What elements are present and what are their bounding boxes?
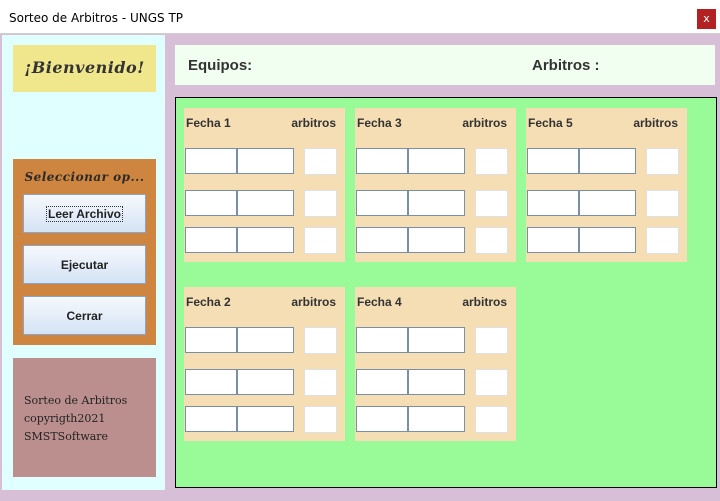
sidebar: ¡Bienvenido! Seleccionar op... Leer Arch… (2, 35, 165, 490)
fecha-5-arbitros-label: arbitros (633, 116, 678, 130)
options-panel: Seleccionar op... Leer Archivo Ejecutar … (13, 159, 156, 345)
fecha-3-match-1-team-b-field[interactable] (408, 148, 465, 174)
ejecutar-button[interactable]: Ejecutar (23, 245, 146, 284)
cerrar-button[interactable]: Cerrar (23, 296, 146, 335)
fecha-3-title: Fecha 3 (357, 116, 402, 130)
info-line-1: Sorteo de Arbitros (24, 394, 128, 407)
fecha-3-match-3-team-a-field[interactable] (356, 227, 408, 253)
fecha-4-title: Fecha 4 (357, 295, 402, 309)
title-bar: Sorteo de Arbitros - UNGS TP x (0, 0, 720, 34)
fecha-2-match-1-team-b-field[interactable] (237, 327, 294, 353)
fecha-5-match-3-arbitro-field[interactable] (646, 227, 679, 254)
fecha-5-match-1-team-b-field[interactable] (579, 148, 636, 174)
fecha-3-match-3-arbitro-field[interactable] (475, 227, 508, 254)
fecha-3-match-3-team-b-field[interactable] (408, 227, 465, 253)
fecha-5-match-2-team-a-field[interactable] (527, 190, 579, 216)
fecha-3-match-2-team-b-field[interactable] (408, 190, 465, 216)
fecha-1-match-3-team-b-field[interactable] (237, 227, 294, 253)
fecha-2-match-2-arbitro-field[interactable] (304, 369, 337, 396)
fecha-3-match-1-arbitro-field[interactable] (475, 148, 508, 175)
fecha-1-title: Fecha 1 (186, 116, 231, 130)
fecha-1-match-1-team-b-field[interactable] (237, 148, 294, 174)
fecha-2-match-1-arbitro-field[interactable] (304, 327, 337, 354)
fecha-1-arbitros-label: arbitros (291, 116, 336, 130)
fecha-1-match-2-team-a-field[interactable] (185, 190, 237, 216)
fecha-2-match-1-team-a-field[interactable] (185, 327, 237, 353)
fecha-2-match-2-team-b-field[interactable] (237, 369, 294, 395)
info-line-2: copyrigth2021 (24, 412, 106, 425)
welcome-text: ¡Bienvenido! (24, 58, 145, 77)
fecha-4-match-1-team-b-field[interactable] (408, 327, 465, 353)
header-panel: Equipos: Arbitros : (175, 45, 715, 85)
fecha-5-match-3-team-b-field[interactable] (579, 227, 636, 253)
fecha-1-match-1-arbitro-field[interactable] (304, 148, 337, 175)
fecha-5-title: Fecha 5 (528, 116, 573, 130)
leer-archivo-button[interactable]: Leer Archivo (23, 194, 146, 233)
fecha-1-match-2-arbitro-field[interactable] (304, 190, 337, 217)
fecha-2-match-3-arbitro-field[interactable] (304, 406, 337, 433)
arbitros-label: Arbitros : (532, 57, 600, 74)
fecha-4-match-1-team-a-field[interactable] (356, 327, 408, 353)
fecha-1-match-3-team-a-field[interactable] (185, 227, 237, 253)
cerrar-label: Cerrar (66, 308, 103, 323)
info-panel: Sorteo de Arbitros copyrigth2021 SMSTSof… (13, 358, 156, 477)
fecha-4-panel: Fecha 4 arbitros (355, 287, 516, 441)
fecha-5-match-1-team-a-field[interactable] (527, 148, 579, 174)
fecha-4-match-3-arbitro-field[interactable] (475, 406, 508, 433)
fecha-3-match-2-arbitro-field[interactable] (475, 190, 508, 217)
fecha-4-match-1-arbitro-field[interactable] (475, 327, 508, 354)
equipos-label: Equipos: (188, 57, 253, 74)
fecha-5-match-3-team-a-field[interactable] (527, 227, 579, 253)
fecha-4-match-3-team-b-field[interactable] (408, 406, 465, 432)
fecha-5-match-2-team-b-field[interactable] (579, 190, 636, 216)
fecha-2-title: Fecha 2 (186, 295, 231, 309)
fecha-1-match-2-team-b-field[interactable] (237, 190, 294, 216)
fecha-3-panel: Fecha 3 arbitros (355, 108, 516, 262)
ejecutar-label: Ejecutar (60, 257, 109, 272)
fecha-4-match-2-team-b-field[interactable] (408, 369, 465, 395)
fecha-5-match-1-arbitro-field[interactable] (646, 148, 679, 175)
fecha-4-match-2-team-a-field[interactable] (356, 369, 408, 395)
fecha-1-match-3-arbitro-field[interactable] (304, 227, 337, 254)
fecha-4-match-3-team-a-field[interactable] (356, 406, 408, 432)
fecha-3-arbitros-label: arbitros (462, 116, 507, 130)
fecha-1-panel: Fecha 1 arbitros (184, 108, 345, 262)
window-title: Sorteo de Arbitros - UNGS TP (9, 11, 184, 25)
fecha-4-match-2-arbitro-field[interactable] (475, 369, 508, 396)
close-button[interactable]: x (697, 9, 716, 29)
fecha-2-match-3-team-b-field[interactable] (237, 406, 294, 432)
fecha-2-match-3-team-a-field[interactable] (185, 406, 237, 432)
fecha-5-match-2-arbitro-field[interactable] (646, 190, 679, 217)
fechas-area: Fecha 1 arbitros Fecha 3 arbitros Fecha … (175, 97, 717, 488)
fecha-2-match-2-team-a-field[interactable] (185, 369, 237, 395)
fecha-4-arbitros-label: arbitros (462, 295, 507, 309)
fecha-2-panel: Fecha 2 arbitros (184, 287, 345, 441)
leer-archivo-label: Leer Archivo (46, 205, 123, 222)
window-body: ¡Bienvenido! Seleccionar op... Leer Arch… (1, 35, 719, 500)
fecha-2-arbitros-label: arbitros (291, 295, 336, 309)
welcome-banner: ¡Bienvenido! (13, 45, 156, 92)
fecha-3-match-1-team-a-field[interactable] (356, 148, 408, 174)
fecha-3-match-2-team-a-field[interactable] (356, 190, 408, 216)
info-line-3: SMSTSoftware (24, 430, 109, 443)
options-title: Seleccionar op... (24, 170, 145, 184)
fecha-5-panel: Fecha 5 arbitros (526, 108, 687, 262)
fecha-1-match-1-team-a-field[interactable] (185, 148, 237, 174)
